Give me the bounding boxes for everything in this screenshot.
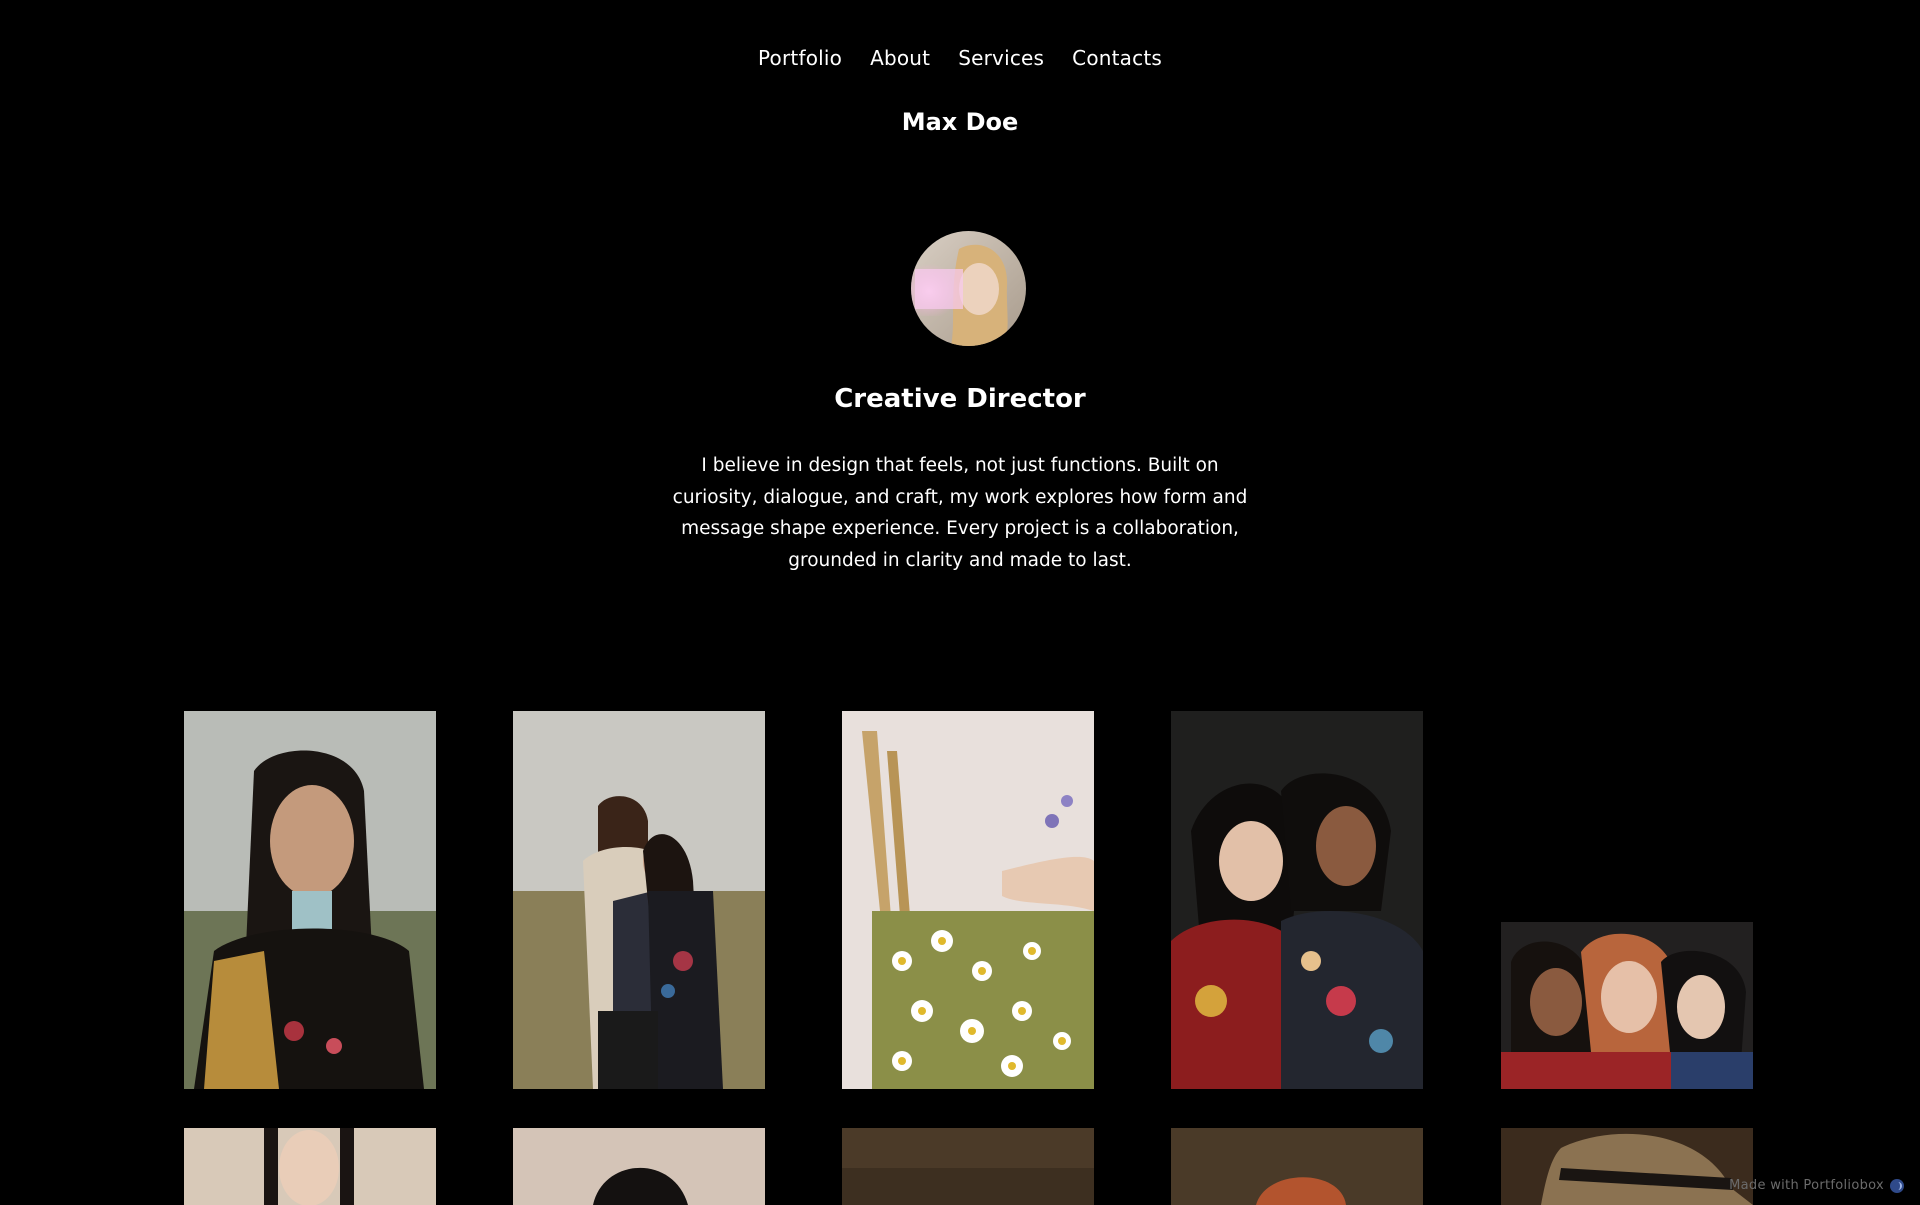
gallery-photo[interactable] (1171, 711, 1423, 1089)
straw-hat-portrait-image (1501, 1128, 1753, 1205)
gallery-photo[interactable] (842, 711, 1094, 1089)
redhead-portrait-image (1171, 1128, 1423, 1205)
portfoliobox-logo-icon (1890, 1178, 1904, 1193)
gallery-photo[interactable] (184, 711, 436, 1089)
gallery-photo[interactable] (513, 711, 765, 1089)
woman-braids-beige-image (184, 1128, 436, 1205)
two-women-embrace-image (1171, 711, 1423, 1089)
gallery-photo[interactable] (1501, 922, 1753, 1089)
woman-dark-hair-beige-image (513, 1128, 765, 1205)
photo-gallery (0, 0, 1920, 1205)
gallery-photo[interactable] (184, 1128, 436, 1205)
woman-braids-field-image (184, 711, 436, 1089)
wildflower-bouquet-image (842, 711, 1094, 1089)
page: Portfolio About Services Contacts Max Do… (0, 0, 1920, 1205)
badge-label: Made with Portfoliobox (1729, 1178, 1884, 1193)
portfoliobox-badge[interactable]: Made with Portfoliobox (1729, 1178, 1904, 1193)
brown-still-life-image (842, 1128, 1094, 1205)
gallery-photo[interactable] (1171, 1128, 1423, 1205)
couple-in-field-image (513, 711, 765, 1089)
gallery-photo[interactable] (513, 1128, 765, 1205)
gallery-photo[interactable] (842, 1128, 1094, 1205)
three-women-portrait-image (1501, 922, 1753, 1089)
gallery-photo[interactable] (1501, 1128, 1753, 1205)
